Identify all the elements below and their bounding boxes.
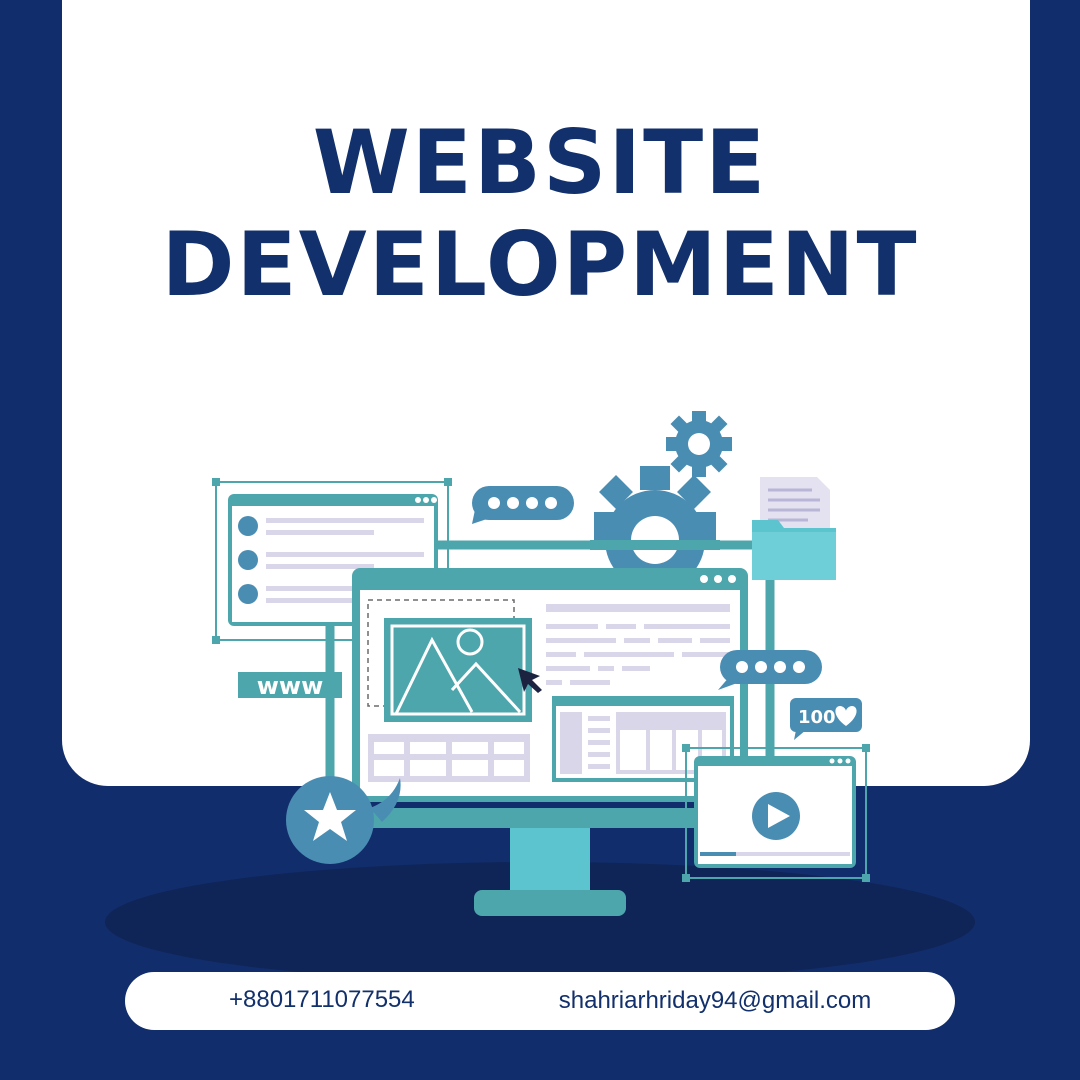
small-gear-icon (666, 411, 732, 477)
www-label: www (238, 672, 342, 700)
likes-count: 100 (798, 707, 836, 728)
website-illustration: www 100 (212, 411, 870, 916)
main-monitor (348, 568, 752, 828)
bottom-grid (368, 734, 530, 782)
monitor-stand (474, 828, 626, 916)
video-window (682, 744, 870, 882)
chat-bubble-right-icon (718, 650, 822, 690)
email-address[interactable]: shahriarhriday94@gmail.com (555, 986, 875, 1016)
play-icon (752, 792, 800, 840)
chat-bubble-icon (472, 486, 574, 524)
likes-badge: 100 (790, 698, 862, 740)
folder-icon (752, 520, 836, 580)
contact-bar: +8801711077554 shahriarhriday94@gmail.co… (125, 972, 955, 1030)
www-text: www (257, 672, 324, 700)
phone-number[interactable]: +8801711077554 (229, 986, 415, 1014)
image-icon (384, 618, 532, 722)
